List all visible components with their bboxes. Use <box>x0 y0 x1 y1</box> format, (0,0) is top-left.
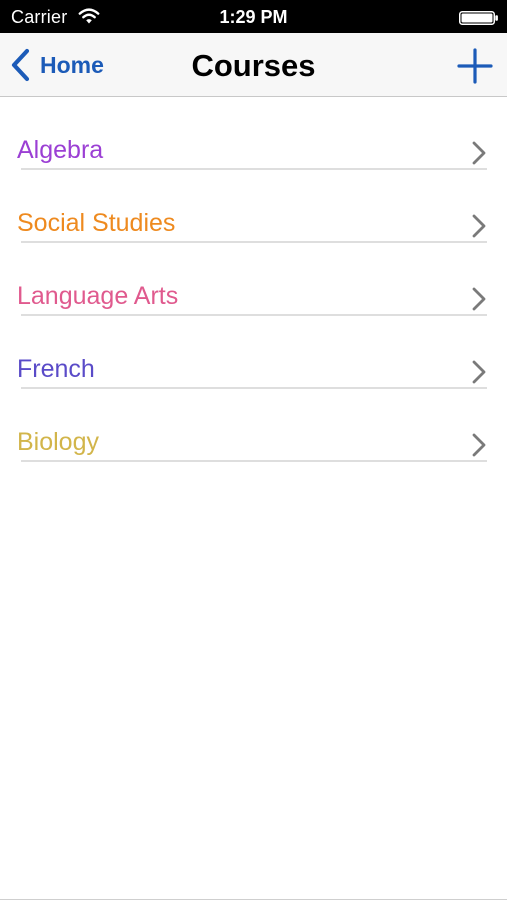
chevron-right-icon <box>472 360 486 384</box>
chevron-right-icon <box>472 214 486 238</box>
status-time: 1:29 PM <box>219 7 288 27</box>
navigation-bar: Home Courses <box>0 33 507 97</box>
status-bar: Carrier 1:29 PM <box>0 0 507 33</box>
chevron-right-icon <box>472 433 486 457</box>
chevron-right-icon <box>472 141 486 165</box>
course-name-biology: Biology <box>17 428 99 456</box>
list-item[interactable]: Algebra <box>0 97 507 170</box>
list-item[interactable]: Social Studies <box>0 170 507 243</box>
battery-icon <box>459 11 498 25</box>
list-item[interactable]: Language Arts <box>0 243 507 316</box>
course-list: Algebra Social Studies Language Arts Fre… <box>0 97 507 462</box>
chevron-right-icon <box>472 287 486 311</box>
page-title: Courses <box>191 48 316 83</box>
list-item[interactable]: French <box>0 316 507 389</box>
app-screen: Carrier 1:29 PM Home Courses Algebra Soc… <box>0 0 507 900</box>
list-item[interactable]: Biology <box>0 389 507 462</box>
plus-icon[interactable] <box>456 47 494 85</box>
